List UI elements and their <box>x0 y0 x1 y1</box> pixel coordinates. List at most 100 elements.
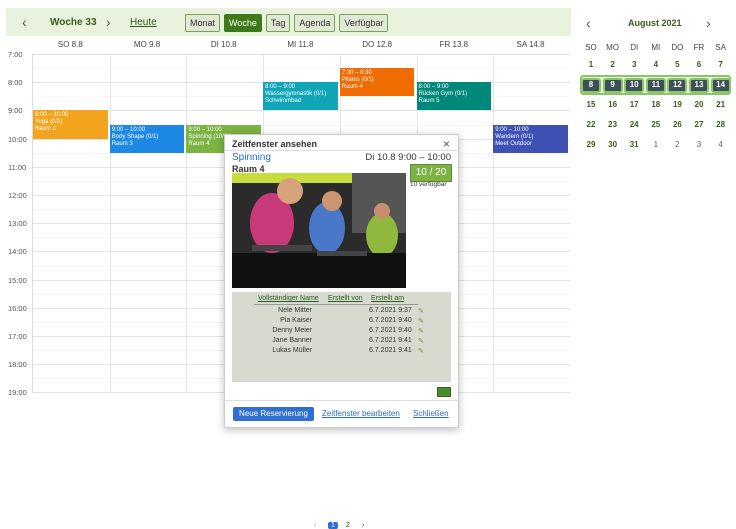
row-created-at: 6.7.2021 9:40 <box>369 317 412 324</box>
day-header[interactable]: SO 8.8 <box>32 40 109 54</box>
mini-calendar-day[interactable]: 4 <box>646 58 666 72</box>
column-header-created-by[interactable]: Erstellt von <box>328 295 363 302</box>
prev-page-icon[interactable]: ‹ <box>314 522 316 529</box>
edit-icon[interactable]: ✎ <box>418 347 424 355</box>
time-label: 15:00 <box>8 275 27 285</box>
next-week-icon[interactable]: › <box>106 14 111 30</box>
edit-icon[interactable]: ✎ <box>418 327 424 335</box>
close-link[interactable]: Schließen <box>413 409 449 418</box>
mini-calendar-day[interactable]: 5 <box>667 58 687 72</box>
event-title: Wassergymnastik (0/1) <box>265 91 327 98</box>
dialog-title: Zeitfenster ansehen <box>232 139 318 149</box>
day-header[interactable]: MO 9.8 <box>109 40 186 54</box>
mini-calendar-day[interactable]: 20 <box>689 98 709 112</box>
calendar-event[interactable]: 9:00 – 10:00 Wandern (0/1) Meet Outdoor <box>493 124 568 153</box>
view-day-button[interactable]: Tag <box>265 14 291 32</box>
mini-calendar-day[interactable]: 17 <box>624 98 644 112</box>
mini-calendar-day[interactable]: 18 <box>646 98 666 112</box>
time-label: 16:00 <box>8 303 27 313</box>
mini-calendar-day[interactable]: 27 <box>689 118 709 132</box>
edit-icon[interactable]: ✎ <box>418 337 424 345</box>
event-title: Body Shape (0/1) <box>111 133 159 140</box>
row-created-at: 6.7.2021 9:40 <box>369 327 412 334</box>
export-excel-icon[interactable] <box>437 387 451 397</box>
row-created-at: 6.7.2021 9:41 <box>369 337 412 344</box>
mini-calendar-day[interactable]: 3 <box>624 58 644 72</box>
calendar-event[interactable]: 8:00 – 9:00 Rücken Gym (0/1) Raum 5 <box>416 82 492 111</box>
mini-calendar-day[interactable]: 22 <box>581 118 601 132</box>
time-label: 19:00 <box>8 388 27 398</box>
event-time: 9:00 – 10:00 <box>111 126 146 133</box>
mini-calendar-day[interactable]: 24 <box>624 118 644 132</box>
mini-calendar-day[interactable]: 21 <box>711 98 731 112</box>
calendar-event[interactable]: 7:30 – 8:30 Pilates (0/1) Raum 4 <box>339 68 415 97</box>
page-button-1[interactable]: 1 <box>328 522 338 529</box>
row-name: Jane Banner <box>272 337 312 344</box>
column-header-name[interactable]: Vollständiger Name <box>258 295 319 302</box>
today-link[interactable]: Heute <box>130 17 157 28</box>
mini-calendar-day[interactable]: 4 <box>711 138 731 152</box>
view-agenda-button[interactable]: Agenda <box>294 14 336 32</box>
mini-calendar-day[interactable]: 2 <box>603 58 623 72</box>
day-header[interactable]: MI 11.8 <box>262 40 339 54</box>
mini-calendar-day[interactable]: 13 <box>689 78 709 93</box>
day-header[interactable]: DO 12.8 <box>339 40 416 54</box>
time-label: 9:00 <box>8 106 23 116</box>
mini-calendar-day[interactable]: 8 <box>581 78 601 93</box>
mini-calendar-day[interactable]: 31 <box>624 138 644 152</box>
capacity-badge: 10 / 20 <box>410 164 452 182</box>
page-button-2[interactable]: 2 <box>346 522 350 529</box>
mini-calendar-day[interactable]: 16 <box>603 98 623 112</box>
mini-calendar-day[interactable]: 1 <box>646 138 666 152</box>
week-label: Woche 33 <box>50 17 97 28</box>
mini-calendar-day[interactable]: 19 <box>667 98 687 112</box>
column-header-created-at[interactable]: Erstellt am <box>371 295 404 302</box>
day-header[interactable]: SA 14.8 <box>492 40 569 54</box>
mini-calendar-day[interactable]: 29 <box>581 138 601 152</box>
mini-calendar-day[interactable]: 9 <box>602 78 623 93</box>
mini-calendar-day[interactable]: 6 <box>689 58 709 72</box>
next-month-icon[interactable]: › <box>706 15 711 31</box>
row-name: Denny Meier <box>272 327 312 334</box>
half-hour-line <box>33 68 570 70</box>
calendar-event[interactable]: 9:00 – 10:00 Yoga (0/1) Raum 1 <box>33 110 108 139</box>
view-switcher: Monat Woche Tag Agenda Verfügbar <box>185 14 389 32</box>
timeslot-dialog: Zeitfenster ansehen × Spinning Di 10.8 9… <box>224 134 459 529</box>
mini-calendar-day[interactable]: 14 <box>710 78 731 93</box>
time-label: 17:00 <box>8 332 27 341</box>
time-label: 11:00 <box>8 162 27 172</box>
mini-calendar-day[interactable]: 26 <box>667 118 687 132</box>
event-title: Wandern (0/1) <box>495 133 534 140</box>
calendar-event[interactable]: 9:00 – 10:00 Body Shape (0/1) Raum 3 <box>109 124 185 153</box>
row-created-at: 6.7.2021 9:37 <box>369 307 412 314</box>
prev-week-icon[interactable]: ‹ <box>22 14 27 30</box>
view-week-button[interactable]: Woche <box>224 14 262 32</box>
event-time: 8:00 – 9:00 <box>418 84 449 91</box>
edit-icon[interactable]: ✎ <box>418 307 424 315</box>
prev-month-icon[interactable]: ‹ <box>586 15 591 31</box>
mini-calendar-day[interactable]: 23 <box>603 118 623 132</box>
next-page-icon[interactable]: › <box>362 522 364 529</box>
mini-calendar-day[interactable]: 12 <box>667 78 688 93</box>
new-reservation-button[interactable]: Neue Reservierung <box>233 407 314 421</box>
edit-timeslot-link[interactable]: Zeitfenster bearbeiten <box>322 409 400 418</box>
hour-line <box>33 110 570 112</box>
mini-calendar-day[interactable]: 3 <box>689 138 709 152</box>
calendar-event[interactable]: 8:00 – 9:00 Wassergymnastik (0/1) Schwimmb… <box>263 82 338 111</box>
view-available-button[interactable]: Verfügbar <box>339 14 389 32</box>
mini-calendar-day[interactable]: 10 <box>624 78 645 93</box>
mini-calendar-day[interactable]: 28 <box>711 118 731 132</box>
mini-calendar-day[interactable]: 30 <box>603 138 623 152</box>
day-header[interactable]: FR 13.8 <box>416 40 493 54</box>
mini-calendar-day[interactable]: 11 <box>645 78 666 93</box>
mini-calendar-day[interactable]: 7 <box>711 58 731 72</box>
mini-calendar-day[interactable]: 25 <box>646 118 666 132</box>
mini-calendar-day[interactable]: 2 <box>667 138 687 152</box>
day-header[interactable]: DI 10.8 <box>185 40 262 54</box>
mini-calendar-day[interactable]: 1 <box>581 58 601 72</box>
close-icon[interactable]: × <box>443 137 450 151</box>
mini-calendar-day[interactable]: 15 <box>581 98 601 112</box>
view-month-button[interactable]: Monat <box>185 14 221 32</box>
course-name: Spinning <box>232 152 271 163</box>
edit-icon[interactable]: ✎ <box>418 317 424 325</box>
